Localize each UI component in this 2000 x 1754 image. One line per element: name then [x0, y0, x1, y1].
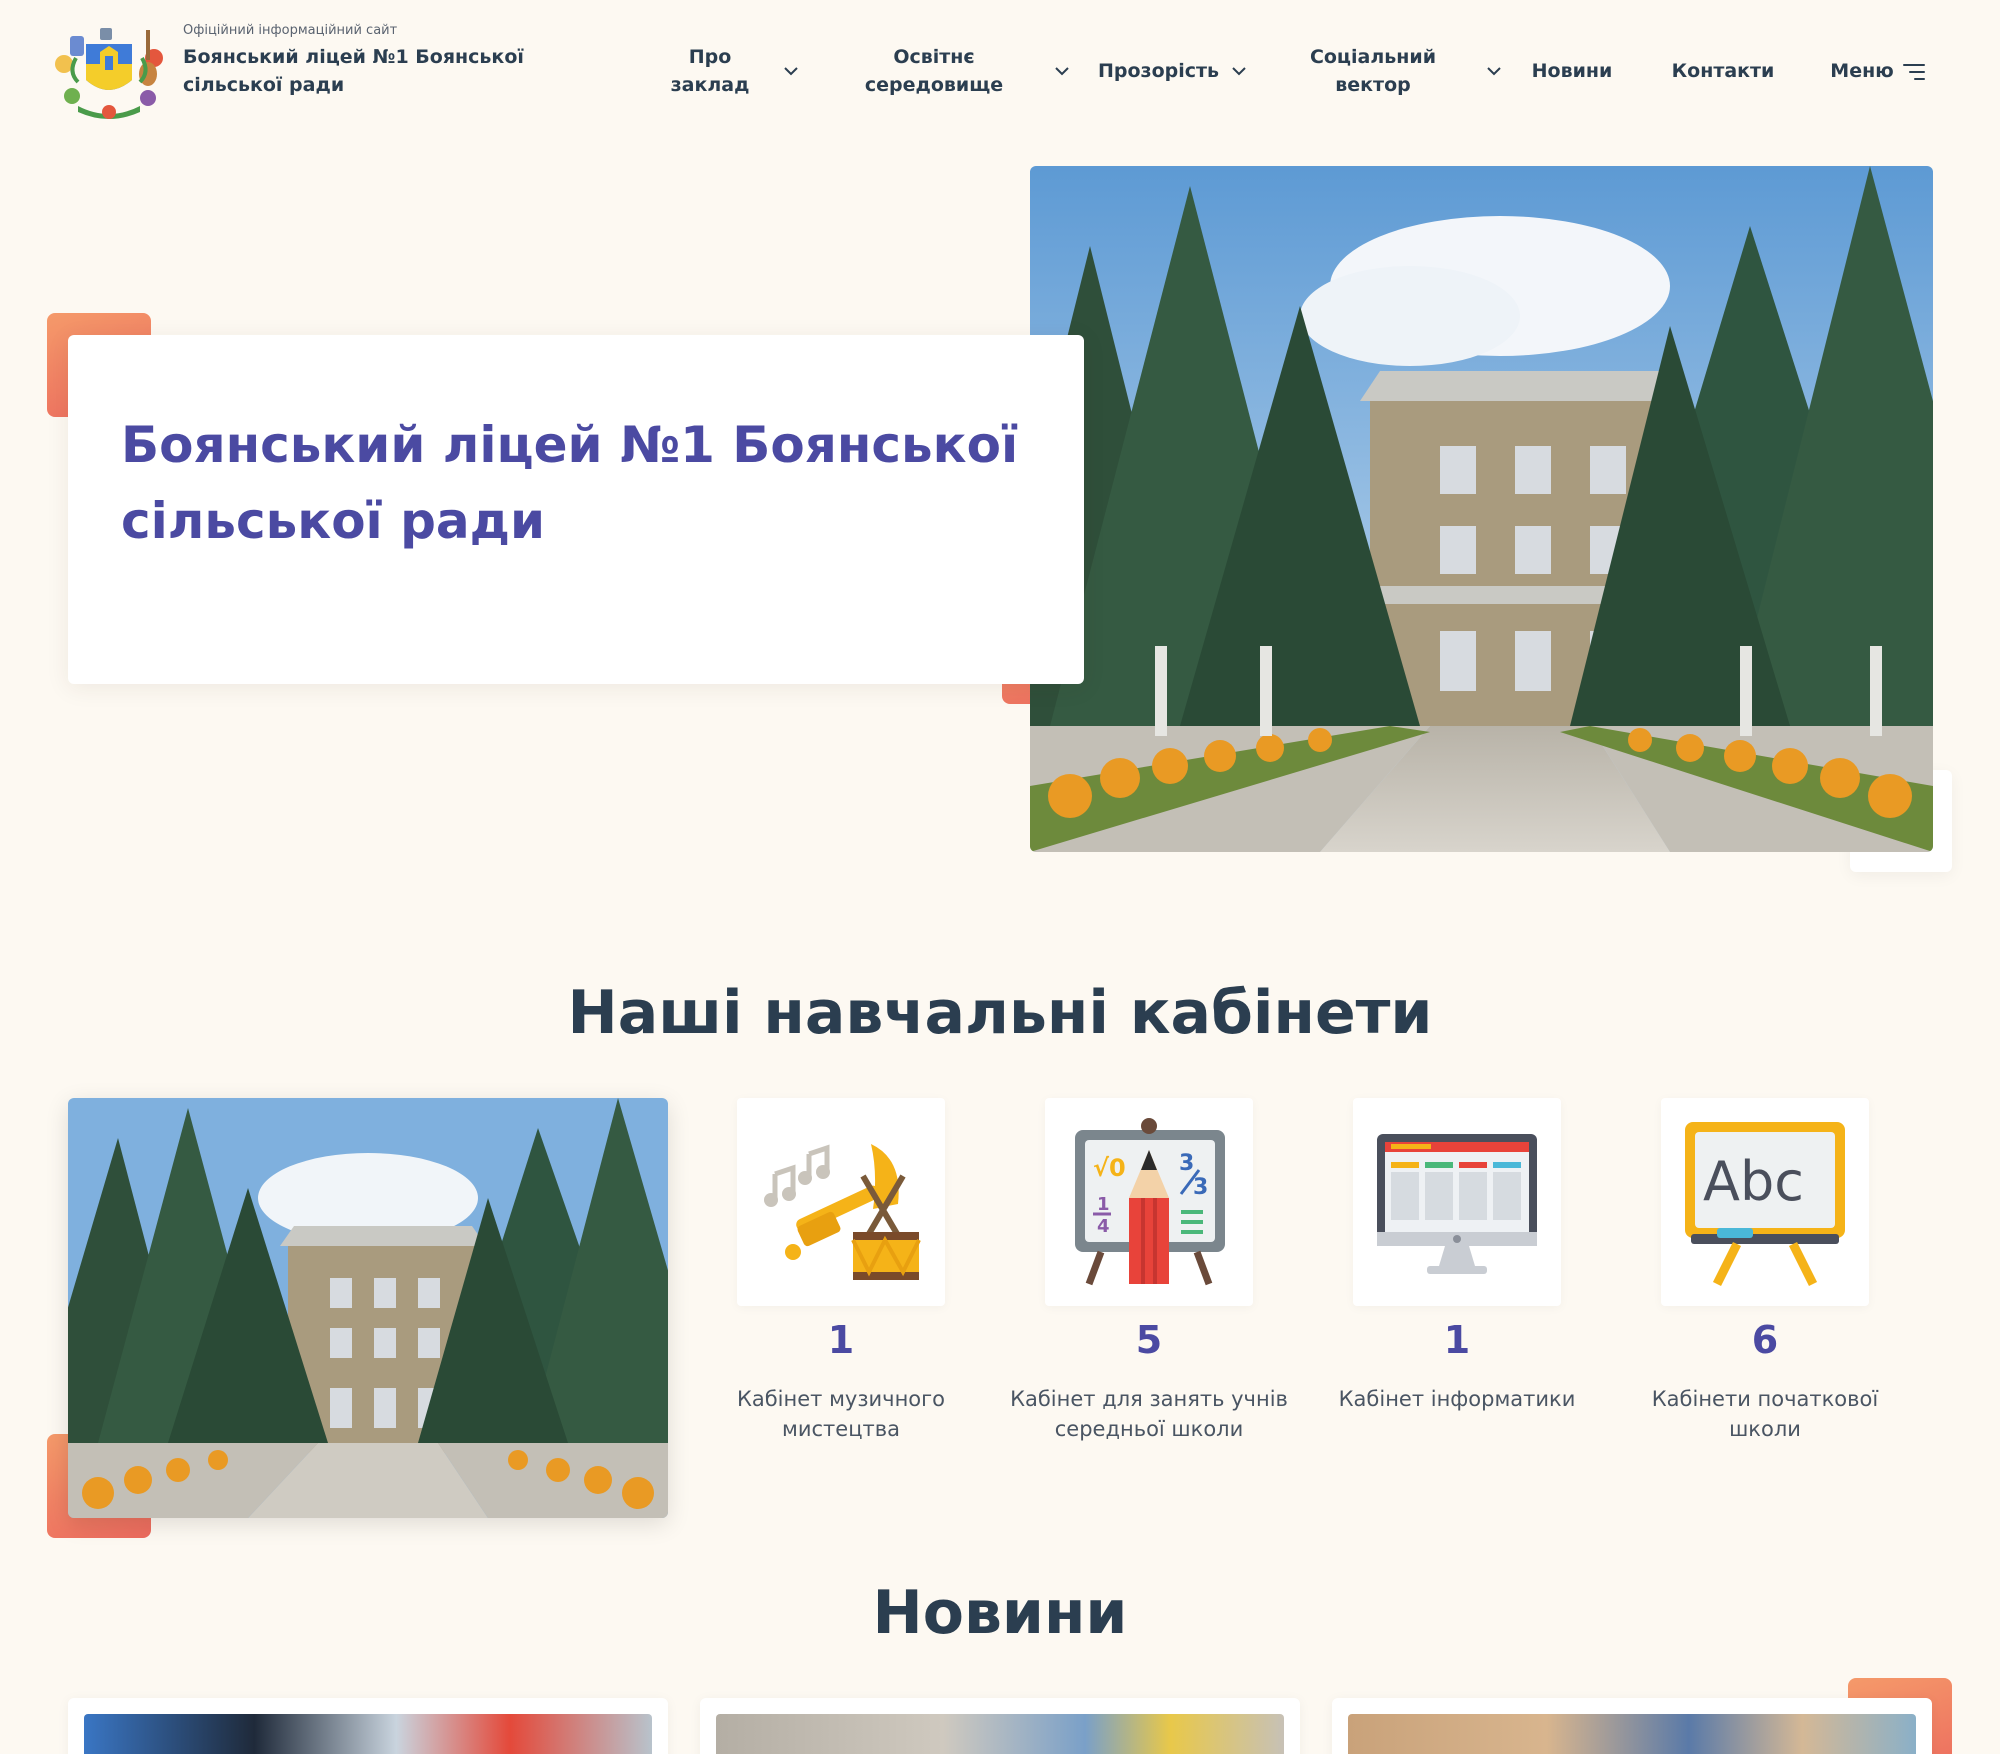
chevron-down-icon[interactable]	[1232, 67, 1246, 76]
school-building-photo	[1030, 166, 1933, 852]
nav-item-label: Новини	[1531, 60, 1613, 82]
cabinet-tile-music[interactable]	[737, 1098, 945, 1306]
svg-text:√0: √0	[1093, 1154, 1126, 1182]
cabinet-label: Кабінет музичного мистецтва	[736, 1387, 946, 1441]
math-board-icon: √0 3 3 1 4	[1075, 1118, 1225, 1286]
hero-title-card: Боянський ліцей №1 Боянської сільської р…	[68, 335, 1084, 684]
computer-monitor-icon	[1377, 1134, 1537, 1274]
cabinets-section-title: Наші навчальні кабінети	[567, 978, 1433, 1048]
cabinet-count: 5	[1135, 1318, 1163, 1362]
news-card[interactable]	[68, 1698, 668, 1754]
nav-item-label: заклад	[670, 74, 750, 96]
nav-item-label: Освітнє	[893, 46, 975, 68]
news-card-image	[716, 1714, 1284, 1754]
cabinet-label: Кабінети початкової школи	[1651, 1387, 1879, 1441]
nav-item-social-vector[interactable]: Соціальний вектор	[1300, 43, 1446, 99]
nav-item-transparency[interactable]: Прозорість	[1098, 57, 1220, 85]
nav-item-label: середовище	[864, 74, 1004, 96]
svg-text:1: 1	[1097, 1194, 1110, 1215]
school-emblem-icon	[55, 28, 163, 119]
svg-text:3: 3	[1193, 1175, 1208, 1200]
cabinet-tile-middle-school[interactable]: √0 3 3 1 4	[1045, 1098, 1253, 1306]
news-card[interactable]	[1332, 1698, 1932, 1754]
nav-item-contacts[interactable]: Контакти	[1668, 57, 1778, 85]
nav-item-label: вектор	[1335, 74, 1411, 96]
cabinet-count: 1	[827, 1318, 855, 1362]
cabinet-tile-primary-school[interactable]: Abc	[1661, 1098, 1869, 1306]
cabinet-label: Кабінет інформатики	[1338, 1387, 1576, 1411]
cabinet-count: 1	[1443, 1318, 1471, 1362]
menu-label: Меню	[1830, 60, 1894, 82]
nav-item-label: Прозорість	[1098, 60, 1220, 82]
news-card-image	[1348, 1714, 1916, 1754]
news-card[interactable]	[700, 1698, 1300, 1754]
cabinet-count: 6	[1751, 1318, 1779, 1362]
svg-text:4: 4	[1097, 1216, 1110, 1237]
hero-title: Боянський ліцей №1 Боянської сільської р…	[121, 416, 1019, 550]
nav-item-news[interactable]: Новини	[1527, 57, 1617, 85]
nav-item-label: Про	[688, 46, 732, 68]
nav-item-label: Контакти	[1671, 60, 1775, 82]
cabinet-tile-informatics[interactable]	[1353, 1098, 1561, 1306]
abc-board-icon: Abc	[1685, 1122, 1845, 1287]
cabinet-label: Кабінет для занять учнів середньої школи	[1010, 1387, 1288, 1441]
chevron-down-icon[interactable]	[1487, 67, 1501, 76]
news-card-image	[84, 1714, 652, 1754]
svg-text:Abc: Abc	[1703, 1150, 1804, 1213]
nav-item-about[interactable]: Про заклад	[660, 43, 760, 99]
nav-item-educational-environment[interactable]: Освітнє середовище	[849, 43, 1019, 99]
hamburger-menu-icon[interactable]	[1903, 63, 1925, 81]
menu-button[interactable]: Меню	[1822, 57, 1902, 85]
chevron-down-icon[interactable]	[1055, 67, 1069, 76]
site-header: Офіційний інформаційний сайт Боянський л…	[0, 0, 2000, 140]
cabinets-building-photo	[68, 1098, 668, 1518]
site-subtitle: Офіційний інформаційний сайт	[183, 23, 398, 38]
music-instruments-icon	[764, 1144, 921, 1280]
site-name[interactable]: Боянський ліцей №1 Боянської сільської р…	[183, 43, 613, 99]
nav-item-label: Соціальний	[1309, 46, 1437, 68]
chevron-down-icon[interactable]	[784, 67, 798, 76]
svg-text:3: 3	[1179, 1151, 1194, 1176]
school-building-image	[1030, 166, 1933, 852]
school-building-image	[68, 1098, 668, 1518]
news-section-title: Новини	[872, 1578, 1128, 1648]
